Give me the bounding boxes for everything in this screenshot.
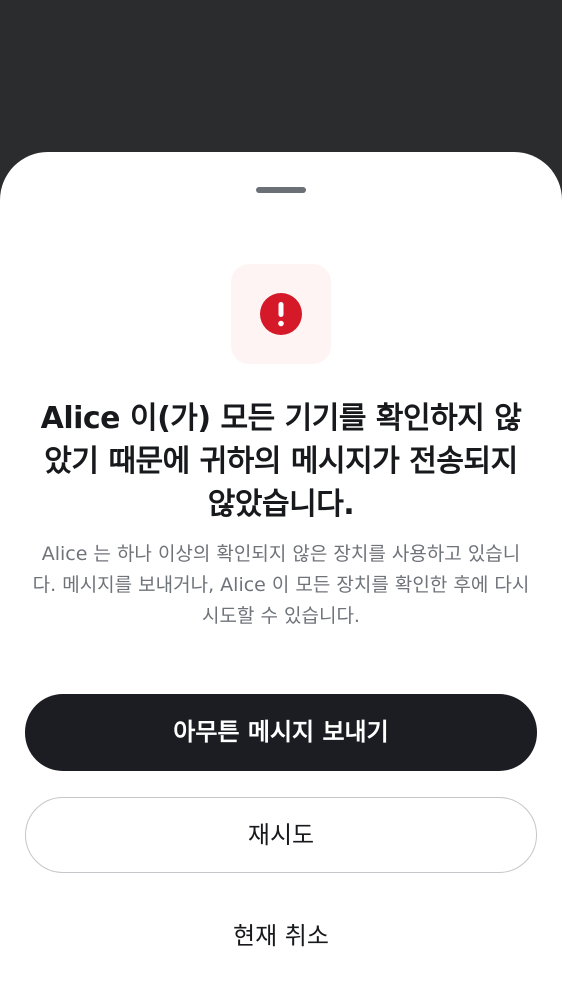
cancel-button[interactable]: 현재 취소 — [25, 898, 537, 974]
warning-icon-container — [231, 264, 331, 364]
dialog-description: Alice 는 하나 이상의 확인되지 않은 장치를 사용하고 있습니다. 메시… — [32, 543, 530, 627]
dialog-title: Alice 이(가) 모든 기기를 확인하지 않았기 때문에 귀하의 메시지가 … — [40, 401, 522, 522]
retry-button[interactable]: 재시도 — [25, 797, 537, 873]
bottom-sheet-dialog: Alice 이(가) 모든 기기를 확인하지 않았기 때문에 귀하의 메시지가 … — [0, 152, 562, 1000]
exclamation-circle-icon — [260, 293, 302, 335]
send-anyway-button[interactable]: 아무튼 메시지 보내기 — [25, 694, 537, 771]
drag-handle[interactable] — [256, 187, 306, 193]
